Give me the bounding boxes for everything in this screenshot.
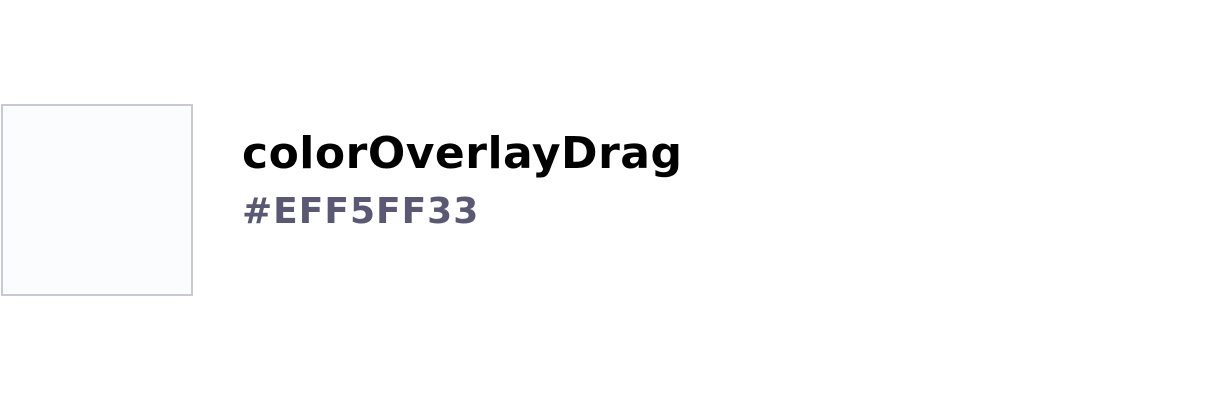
color-token: colorOverlayDrag #EFF5FF33 (0, 104, 682, 296)
token-meta: colorOverlayDrag #EFF5FF33 (242, 126, 682, 236)
token-value: #EFF5FF33 (242, 191, 480, 232)
token-name: colorOverlayDrag (242, 128, 683, 179)
color-swatch (1, 104, 193, 296)
